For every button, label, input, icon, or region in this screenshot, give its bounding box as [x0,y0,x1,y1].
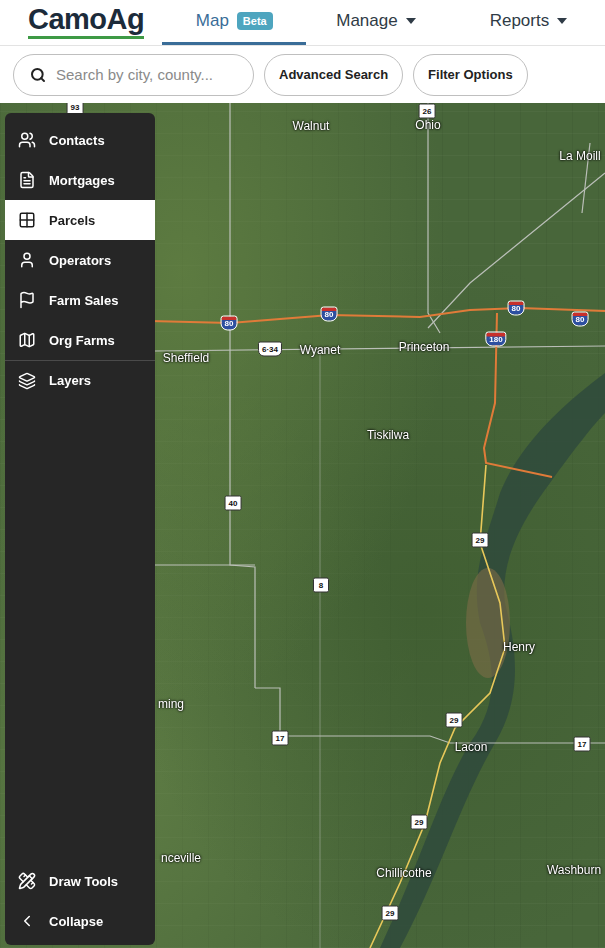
route-shield: 40 [225,496,242,511]
place-label: Sheffield [163,351,209,365]
route-shield: 17 [574,737,591,752]
place-label: Henry [503,640,535,654]
sidebar-item[interactable]: Contacts [5,120,155,160]
nav-tab[interactable]: MapBeta [162,0,306,45]
place-label: ming [158,697,184,711]
place-label: Washburn [547,863,601,877]
route-shield: 80 [572,312,589,327]
sidebar-item[interactable]: Mortgages [5,160,155,200]
chevron-left-icon [17,911,37,931]
item-icon [17,371,37,391]
pill-button[interactable]: Advanced Search [264,54,403,96]
place-label: Walnut [293,119,330,133]
sidebar-footer-item[interactable]: Draw Tools [5,861,155,901]
place-label: Wyanet [300,343,341,357]
search-field[interactable] [13,54,254,96]
route-shield: 8 [313,578,329,593]
item-icon [17,290,37,310]
nav-tab[interactable]: Manage [322,0,429,45]
place-label: Chillicothe [376,866,431,880]
place-label: nceville [161,851,201,865]
nav-tab[interactable]: Reports [476,0,582,45]
search-icon [30,67,46,83]
top-nav: CamoAg MapBeta Manage Reports [0,0,605,46]
search-bar: Advanced SearchFilter Options [0,46,605,103]
sidebar-item[interactable]: Org Farms [5,320,155,360]
draw-icon [17,871,37,891]
route-shield: 80 [508,301,525,316]
sidebar-item[interactable]: Operators [5,240,155,280]
sidebar: ContactsMortgagesParcelsOperatorsFarm Sa… [5,113,155,945]
route-shield: 29 [446,713,463,728]
caret-icon [557,18,567,24]
beta-badge: Beta [237,12,273,30]
item-icon [17,330,37,350]
route-shield: 80 [321,307,338,322]
sidebar-footer-item[interactable]: Collapse [5,901,155,941]
route-shield: 29 [382,906,399,921]
place-label: La Moill [559,149,600,163]
place-label: Tiskilwa [367,428,409,442]
route-shield: 6·34 [258,342,282,357]
app: CamoAgMapBetaManageReportsAdvanced Searc… [0,0,605,948]
sidebar-item[interactable]: Farm Sales [5,280,155,320]
route-shield: 80 [221,316,238,331]
route-shield: 180 [485,332,506,347]
caret-icon [406,18,416,24]
place-label: Lacon [455,740,488,754]
search-input[interactable] [54,65,241,84]
item-icon [17,250,37,270]
place-label: Ohio [415,118,440,132]
logo[interactable]: CamoAg [28,4,144,39]
sidebar-item[interactable]: Parcels [5,200,155,240]
item-icon [17,210,37,230]
route-shield: 29 [472,533,489,548]
item-icon [17,170,37,190]
item-icon [17,130,37,150]
route-shield: 26 [419,104,436,119]
map[interactable]: Walnut Ohio La Moill Sheffield Wyanet Princet… [0,103,605,948]
route-shield: 17 [272,731,289,746]
sidebar-item[interactable]: Layers [5,360,155,400]
pill-button[interactable]: Filter Options [413,54,528,96]
place-label: Princeton [399,340,450,354]
route-shield: 29 [411,815,428,830]
